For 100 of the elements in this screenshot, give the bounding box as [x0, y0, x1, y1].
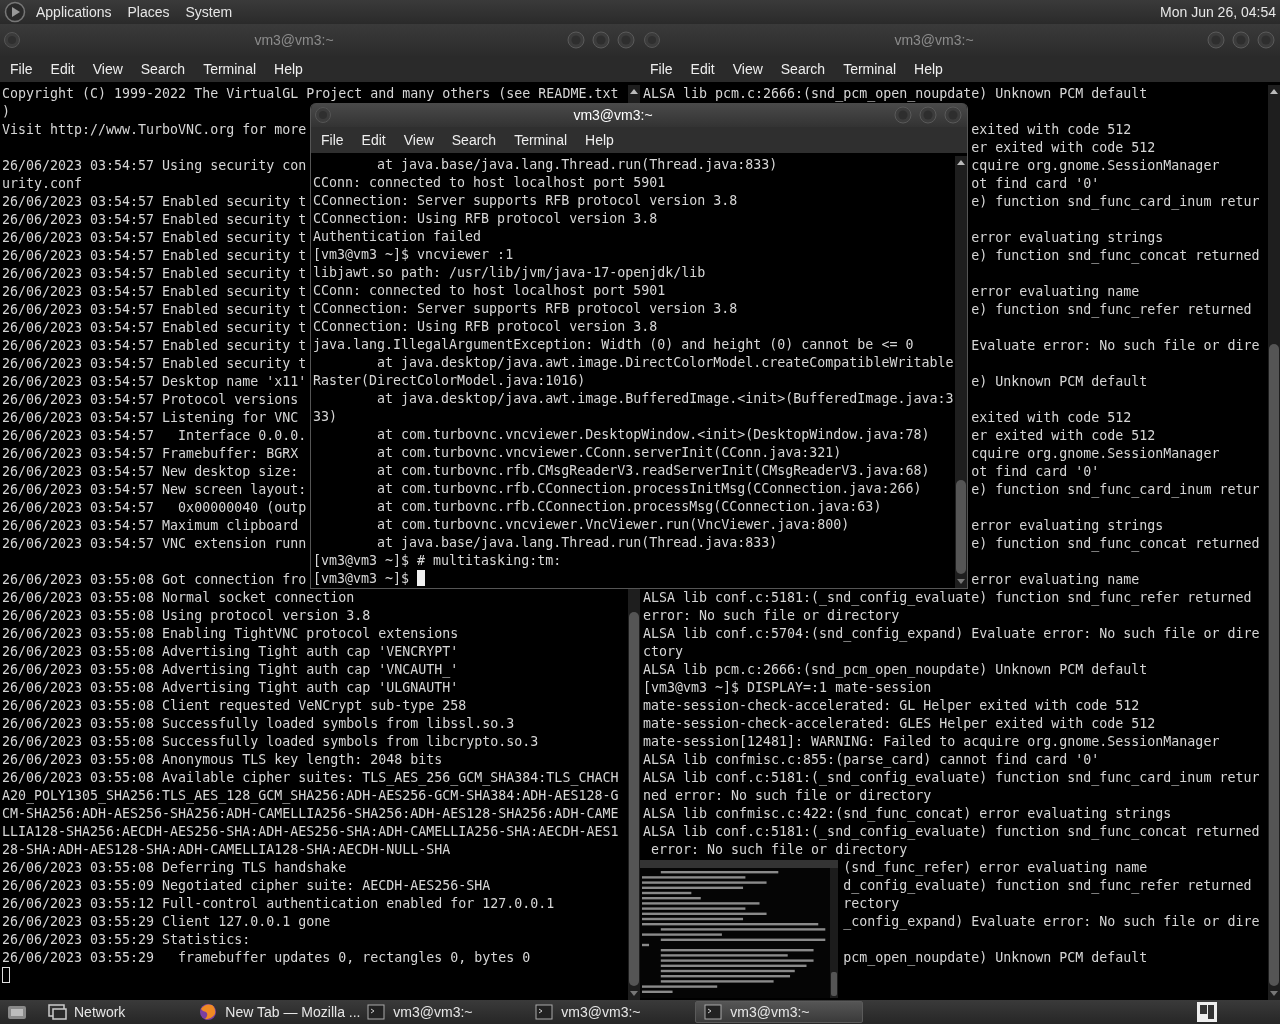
menu-item[interactable]: View: [394, 132, 443, 148]
menu-item[interactable]: File: [1, 61, 42, 77]
window-button[interactable]: [1207, 31, 1225, 49]
menu-item[interactable]: Search: [771, 61, 835, 77]
terminal-line: 26/06/2023 03:55:08 Successfully loaded symbols from libcrypto.so.3: [2, 733, 539, 751]
scrollbar-thumb[interactable]: [629, 611, 639, 986]
terminal-line: exited with code 512: [971, 409, 1132, 427]
panel-menu[interactable]: Applications: [28, 4, 120, 20]
window-button[interactable]: [1232, 31, 1250, 49]
terminal-line: error: No such file or directory: [643, 607, 900, 625]
terminal-line: 26/06/2023 03:54:57 VNC extension runn: [2, 535, 307, 553]
terminal-line: 26/06/2023 03:54:57 Enabled security t: [2, 229, 307, 247]
terminal-line: 26/06/2023 03:55:09 Negotiated cipher suite: AECDH-AES256-SHA: [2, 877, 491, 895]
panel-menu[interactable]: System: [177, 4, 241, 20]
terminal-line: A20_POLY1305_SHA256:TLS_AES_128_GCM_SHA256:ADH-AES256-GCM-SHA384:ADH-AES128-G: [2, 787, 619, 805]
scroll-down-arrow-icon[interactable]: [957, 579, 965, 585]
menu-item[interactable]: Terminal: [505, 132, 577, 148]
window-button[interactable]: [1257, 31, 1275, 49]
menu-item[interactable]: Search: [442, 132, 506, 148]
scrollbar-thumb[interactable]: [1269, 344, 1279, 986]
terminal-line: e) function snd_func_card_inum retur: [971, 193, 1260, 211]
window-list-button[interactable]: New Tab — Mozilla ...: [191, 1001, 360, 1023]
window-list-button[interactable]: vm3@vm3:~: [359, 1001, 528, 1023]
scrollbar-thumb[interactable]: [956, 480, 966, 574]
window-menu-button[interactable]: [314, 106, 332, 124]
terminal-line: CM-SHA256:ADH-AES256-SHA256:ADH-CAMELLIA256-SHA256:ADH-AES128-SHA256:ADH-CAME: [2, 805, 619, 823]
terminal-line: ALSA lib pcm.c:2666:(snd_pcm_open_noupdate) Unknown PCM default: [643, 661, 1148, 679]
logo-icon[interactable]: [4, 1, 26, 23]
window-button[interactable]: [592, 31, 610, 49]
terminal-line: 26/06/2023 03:55:29 Client 127.0.0.1 gone: [2, 913, 331, 931]
menu-item[interactable]: File: [312, 132, 353, 148]
window-button[interactable]: [894, 106, 912, 124]
terminal-line: 26/06/2023 03:54:57 Enabled security t: [2, 211, 307, 229]
scroll-up-arrow-icon[interactable]: [1270, 88, 1278, 94]
window-list-button[interactable]: vm3@vm3:~: [695, 1001, 864, 1023]
terminal-line: CConn: connected to host localhost port 5901: [313, 282, 666, 300]
terminal-line: CConnection: Using RFB protocol version 3.8: [313, 318, 658, 336]
terminal-line: ALSA lib confmisc.c:422:(snd_func_concat) error evaluating strings: [643, 805, 1172, 823]
menu-item[interactable]: Help: [905, 61, 952, 77]
terminal-line: Copyright (C) 1999-2022 The VirtualGL Project and many others (see README.txt: [2, 85, 619, 103]
workspace-switcher[interactable]: [1196, 1001, 1218, 1023]
window-menu-button[interactable]: [643, 31, 661, 49]
terminal-line: e) function snd_func_concat returned: [971, 535, 1260, 553]
menu-item[interactable]: View: [723, 61, 772, 77]
terminal-line: 26/06/2023 03:55:08 Advertising Tight auth cap 'VNCAUTH_': [2, 661, 459, 679]
terminal-line: LLIA128-SHA256:AECDH-AES256-SHA:ADH-AES256-SHA:ADH-CAMELLIA256-SHA:AECDH-AES1: [2, 823, 619, 841]
terminal-line: 26/06/2023 03:55:29 framebuffer updates 0, rectangles 0, bytes 0: [2, 949, 531, 967]
terminal-line: CConnection: Using RFB protocol version 3.8: [313, 210, 658, 228]
terminal-icon: [702, 1001, 725, 1023]
terminal-line: [vm3@vm3 ~]$ # multitasking:tm:: [313, 552, 562, 570]
terminal-line: ot find card '0': [971, 463, 1100, 481]
clock[interactable]: Mon Jun 26, 04:54: [1160, 4, 1280, 20]
panel-menu[interactable]: Places: [119, 4, 178, 20]
menu-item[interactable]: Terminal: [194, 61, 266, 77]
terminal-line: CConnection: Server supports RFB protocol version 3.8: [313, 300, 738, 318]
terminal-line: Visit http://www.TurboVNC.org for more: [2, 121, 307, 139]
window-button[interactable]: [944, 106, 962, 124]
window-button[interactable]: [567, 31, 585, 49]
scroll-down-arrow-icon[interactable]: [1270, 991, 1278, 997]
terminal-line: 28-SHA:ADH-AES128-SHA:ADH-CAMELLIA128-SHA:AECDH-NULL-SHA: [2, 841, 451, 859]
scroll-down-arrow-icon[interactable]: [630, 991, 638, 997]
scroll-up-arrow-icon[interactable]: [957, 159, 965, 165]
window-title: vm3@vm3:~: [254, 32, 334, 48]
terminal-line: Authentication failed: [313, 228, 482, 246]
menu-item[interactable]: Edit: [681, 61, 724, 77]
window-button[interactable]: [919, 106, 937, 124]
terminal-line: 26/06/2023 03:55:29 Statistics:: [2, 931, 251, 949]
menu-item[interactable]: Help: [265, 61, 312, 77]
terminal-line: at com.turbovnc.rfb.CConnection.processInitMsg(CConnection.java:266): [376, 480, 922, 498]
terminal-line: 26/06/2023 03:54:57 Enabled security t: [2, 301, 307, 319]
scroll-up-arrow-icon[interactable]: [630, 88, 638, 94]
terminal-icon: [365, 1001, 388, 1023]
menu-item[interactable]: Edit: [352, 132, 395, 148]
terminal-line: at com.turbovnc.rfb.CMsgReaderV3.readServerInit(CMsgReaderV3.java:68): [376, 462, 930, 480]
terminal-line: 26/06/2023 03:55:08 Deferring TLS handshake: [2, 859, 347, 877]
window-list-button[interactable]: vm3@vm3:~: [527, 1001, 696, 1023]
terminal-line: Raster(DirectColorModel.java:1016): [313, 372, 586, 390]
window-button[interactable]: [617, 31, 635, 49]
window-title: vm3@vm3:~: [573, 107, 653, 123]
window-menu-button[interactable]: [3, 31, 21, 49]
terminal-line: at com.turbovnc.vncviewer.DesktopWindow.<init>(DesktopWindow.java:78): [376, 426, 930, 444]
terminal-line: error evaluating name: [971, 283, 1140, 301]
terminal-line: at java.base/java.lang.Thread.run(Thread.java:833): [376, 534, 778, 552]
terminal-line: 26/06/2023 03:55:08 Advertising Tight auth cap 'ULGNAUTH': [2, 679, 459, 697]
menu-item[interactable]: Search: [131, 61, 195, 77]
launcher-button[interactable]: Network: [40, 1001, 132, 1023]
terminal-line: 33): [313, 408, 338, 426]
menu-item[interactable]: Terminal: [834, 61, 906, 77]
menu-item[interactable]: Edit: [41, 61, 84, 77]
terminal-line: 26/06/2023 03:55:08 Enabling TightVNC protocol extensions: [2, 625, 459, 643]
terminal-line: mate-session-check-accelerated: GLES Helper exited with code 512: [643, 715, 1156, 733]
terminal-line: CConnection: Server supports RFB protocol version 3.8: [313, 192, 738, 210]
terminal-line: 26/06/2023 03:54:57 Listening for VNC: [2, 409, 299, 427]
terminal-line: 26/06/2023 03:55:08 Client requested VeNCrypt sub-type 258: [2, 697, 467, 715]
terminal-line: libjawt.so path: /usr/lib/jvm/java-17-openjdk/lib: [313, 264, 706, 282]
menu-item[interactable]: View: [83, 61, 132, 77]
terminal-line: 26/06/2023 03:54:57 New desktop size:: [2, 463, 299, 481]
menu-item[interactable]: File: [641, 61, 682, 77]
terminal-line: ALSA lib confmisc.c:855:(parse_card) cannot find card '0': [643, 751, 1100, 769]
menu-item[interactable]: Help: [576, 132, 623, 148]
